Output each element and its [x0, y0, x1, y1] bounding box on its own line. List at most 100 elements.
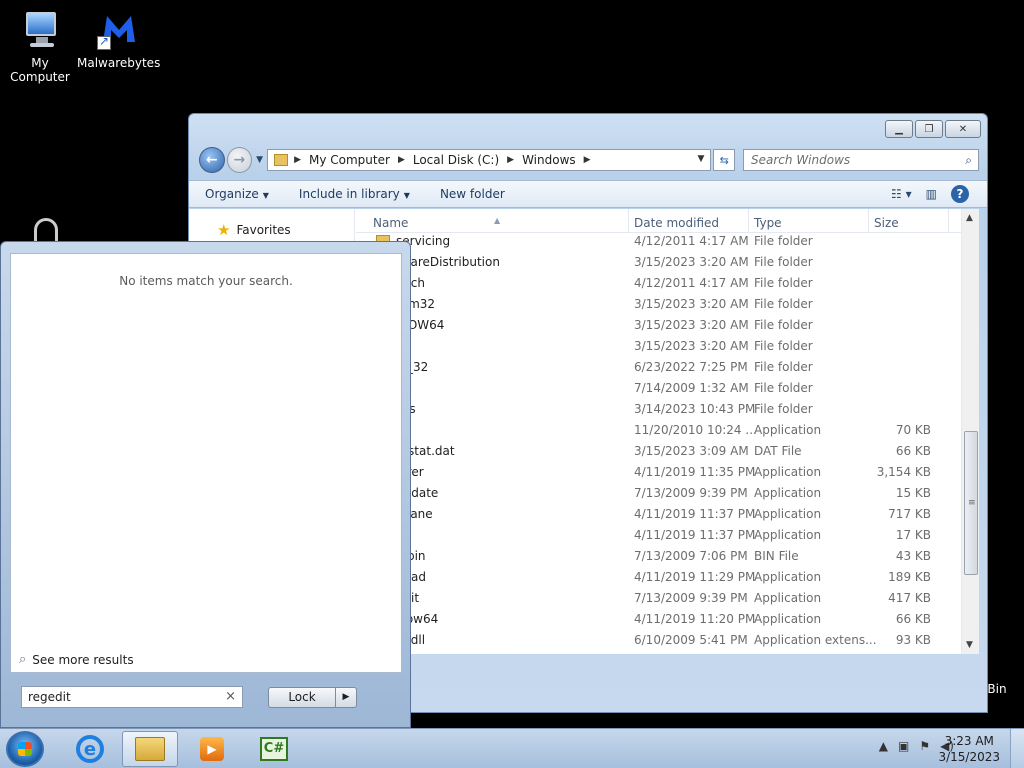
address-bar[interactable]: ▶ My Computer ▶ Local Disk (C:) ▶ Window… [267, 149, 712, 171]
taskbar-media-player[interactable]: ▶ [184, 731, 240, 767]
help-icon[interactable]: ? [951, 185, 969, 203]
view-options-icon[interactable]: ☷ ▾ [891, 187, 912, 201]
start-button[interactable] [6, 731, 44, 767]
start-search-value: regedit [28, 690, 71, 704]
file-row[interactable]: vc11/20/2010 10:24 ...Application70 KB [356, 419, 961, 440]
clock-time: 3:23 AM [944, 734, 994, 748]
column-header-date[interactable]: Date modified [634, 216, 719, 230]
chevron-right-icon[interactable]: ▶ [398, 155, 405, 165]
minimize-button[interactable]: ▁ [885, 120, 913, 138]
file-date-modified: 7/13/2009 7:06 PM [634, 549, 748, 563]
file-type: File folder [754, 234, 813, 248]
breadcrumb-local-disk[interactable]: Local Disk (C:) [413, 153, 499, 167]
folder-icon [135, 737, 165, 761]
forward-button[interactable]: → [226, 147, 253, 173]
file-row[interactable]: pPane 4/11/2019 11:37 PM Application 717 KB [356, 503, 961, 524]
no-results-message: No items match your search. [119, 274, 293, 288]
search-input[interactable]: Search Windows ⌕ [743, 149, 979, 171]
file-date-modified: 3/15/2023 3:20 AM [634, 255, 749, 269]
file-row[interactable]: edit7/13/2009 9:39 PMApplication417 KB [356, 587, 961, 608]
file-row[interactable]: 4/11/2019 11:37 PM Application 17 KB [356, 524, 961, 545]
taskbar: e ▶ C# ▲ ▣ ⚑ ◀) 3:23 AM 3/15/2023 [0, 728, 1024, 768]
file-row[interactable]: lorer4/11/2019 11:35 PMApplication3,154 … [356, 461, 961, 482]
taskbar-windows-explorer[interactable] [122, 731, 178, 767]
taskbar-csharp-app[interactable]: C# [246, 731, 302, 767]
file-date-modified: 4/11/2019 11:29 PM [634, 570, 756, 584]
file-row[interactable]: epad4/11/2019 11:29 PMApplication189 KB [356, 566, 961, 587]
back-button[interactable]: ← [199, 147, 225, 173]
include-in-library-button[interactable]: Include in library ▼ [299, 187, 410, 201]
search-icon: ⌕ [19, 652, 27, 667]
column-header-type[interactable]: Type [754, 216, 782, 230]
file-row[interactable]: b7/14/2009 1:32 AMFile folder [356, 377, 961, 398]
desktop-icon-malwarebytes[interactable]: Malwarebytes [77, 8, 160, 70]
file-row[interactable]: tem32 3/15/2023 3:20 AM File folder [356, 293, 961, 314]
start-search-input[interactable]: regedit × [21, 686, 243, 708]
show-hidden-icons-icon[interactable]: ▲ [879, 739, 888, 753]
file-type: Application [754, 591, 822, 605]
nav-item-favorites[interactable]: ★ Favorites [217, 221, 291, 239]
network-icon[interactable]: ▣ [898, 739, 909, 753]
file-size: 93 KB [895, 633, 931, 647]
power-options-arrow-icon[interactable]: ▶ [335, 687, 357, 708]
file-row[interactable]: WOW64 3/15/2023 3:20 AM File folder [356, 314, 961, 335]
refresh-button[interactable]: ⇆ [713, 149, 736, 171]
taskbar-internet-explorer[interactable]: e [62, 731, 118, 767]
chevron-right-icon[interactable]: ▶ [294, 155, 301, 165]
file-rows: servicing 4/12/2011 4:17 AM File folder twa… [356, 230, 961, 650]
file-row[interactable]: in.dll6/10/2009 5:41 PMApplication exten… [356, 629, 961, 650]
start-results-pane: No items match your search. ⌕ See more r… [10, 253, 402, 673]
see-more-results-link[interactable]: ⌕ See more results [19, 652, 134, 667]
organize-button[interactable]: Organize ▼ [205, 187, 269, 201]
file-type: Application extens... [754, 633, 877, 647]
file-date-modified: 7/13/2009 9:39 PM [634, 486, 748, 500]
file-type: Application [754, 486, 822, 500]
action-center-flag-icon[interactable]: ⚑ [919, 739, 930, 753]
address-dropdown-icon[interactable]: ▼ [697, 154, 704, 164]
column-header-name[interactable]: Name [373, 216, 408, 230]
file-row[interactable]: sxs3/14/2023 10:43 PMFile folder [356, 398, 961, 419]
scroll-thumb[interactable]: ≡ [964, 431, 978, 575]
lock-button[interactable]: Lock [268, 687, 336, 708]
show-desktop-button[interactable] [1010, 729, 1024, 768]
file-date-modified: 4/11/2019 11:37 PM [634, 528, 756, 542]
new-folder-button[interactable]: New folder [440, 187, 505, 201]
file-type: File folder [754, 297, 813, 311]
breadcrumb-my-computer[interactable]: My Computer [309, 153, 390, 167]
file-row[interactable]: otstat.dat 3/15/2023 3:09 AM DAT File 66 KB [356, 440, 961, 461]
column-header-size[interactable]: Size [874, 216, 899, 230]
file-row[interactable]: wow64 4/11/2019 11:20 PM Application 66 KB [356, 608, 961, 629]
scroll-down-icon[interactable]: ▼ [966, 640, 973, 650]
file-date-modified: 3/15/2023 3:20 AM [634, 339, 749, 353]
desktop-icon-my-computer[interactable]: My Computer [0, 8, 80, 84]
file-row[interactable]: o.bin7/13/2009 7:06 PMBIN File43 KB [356, 545, 961, 566]
file-row[interactable]: twareDistribution 3/15/2023 3:20 AM File f… [356, 251, 961, 272]
vertical-scrollbar[interactable]: ▲ ≡ ▼ [961, 209, 979, 654]
preview-pane-icon[interactable]: ▥ [926, 187, 937, 201]
clock-date: 3/15/2023 [938, 750, 1000, 764]
maximize-button[interactable]: ❐ [915, 120, 943, 138]
file-size: 43 KB [895, 549, 931, 563]
file-date-modified: 6/10/2009 5:41 PM [634, 633, 748, 647]
file-row[interactable]: ks3/15/2023 3:20 AMFile folder [356, 335, 961, 356]
window-controls: ▁ ❐ ✕ [885, 120, 981, 138]
file-row[interactable]: eech4/12/2011 4:17 AMFile folder [356, 272, 961, 293]
search-icon[interactable]: ⌕ [965, 153, 972, 168]
breadcrumb-windows[interactable]: Windows [522, 153, 576, 167]
scroll-up-icon[interactable]: ▲ [966, 213, 973, 223]
clear-icon[interactable]: × [225, 687, 236, 707]
file-type: File folder [754, 339, 813, 353]
file-row[interactable]: servicing 4/12/2011 4:17 AM File folder [356, 230, 961, 251]
chevron-right-icon[interactable]: ▶ [584, 155, 591, 165]
chevron-right-icon[interactable]: ▶ [507, 155, 514, 165]
recent-pages-dropdown[interactable]: ▼ [256, 155, 263, 165]
search-placeholder: Search Windows [751, 153, 851, 167]
file-date-modified: 3/15/2023 3:09 AM [634, 444, 749, 458]
clock[interactable]: 3:23 AM 3/15/2023 [938, 733, 1000, 765]
file-row[interactable]: in_32 6/23/2022 7:25 PM File folder [356, 356, 961, 377]
file-row[interactable]: update 7/13/2009 9:39 PM Application 15 KB [356, 482, 961, 503]
close-button[interactable]: ✕ [945, 120, 981, 138]
file-type: Application [754, 507, 822, 521]
file-name: twareDistribution [396, 255, 500, 269]
file-date-modified: 7/13/2009 9:39 PM [634, 591, 748, 605]
